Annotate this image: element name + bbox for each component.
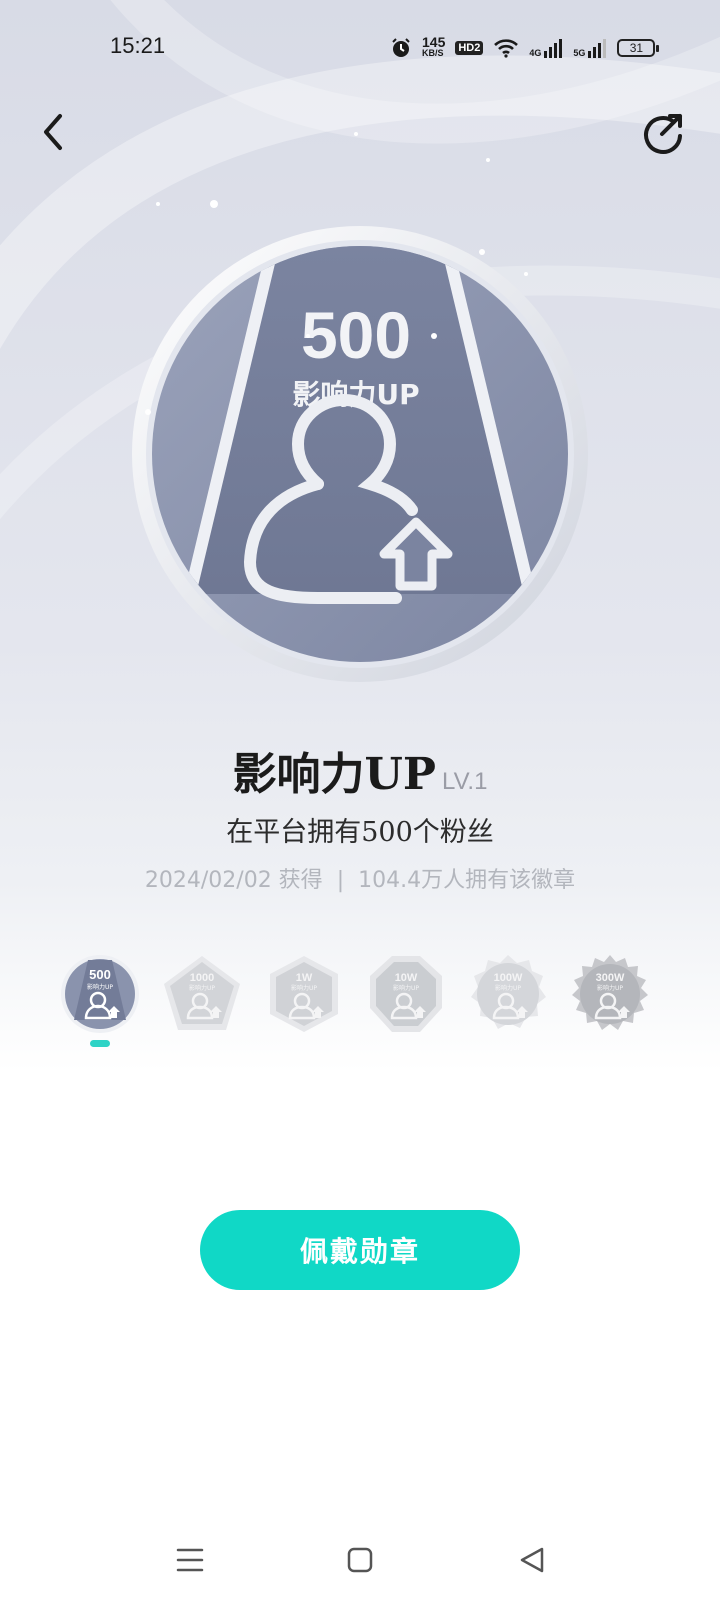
battery-level: 31 [629, 41, 644, 55]
battery-icon: 31 [617, 39, 660, 57]
badge-count: 500 [301, 298, 411, 372]
level-name: 影响力UP [291, 984, 317, 992]
level-item-1w[interactable]: 1W 影响力UP [264, 954, 344, 1034]
hd-badge: HD2 [455, 41, 484, 55]
level-item-500[interactable]: 500 影响力UP [60, 954, 140, 1034]
level-name: 影响力UP [393, 984, 419, 992]
level-name: 影响力UP [495, 984, 521, 992]
badge-title-row: 影响力UP LV.1 [0, 738, 720, 802]
triangle-back-icon [520, 1547, 544, 1573]
level-count: 300W [596, 972, 625, 984]
level-item-10w[interactable]: 10W 影响力UP [366, 954, 446, 1034]
level-count: 1W [296, 972, 313, 984]
net-speed: 145 KB/S [422, 34, 446, 59]
alarm-icon [392, 38, 410, 57]
level-count: 10W [395, 972, 418, 984]
mini-badge-icon: 100W 影响力UP [471, 955, 546, 1029]
status-time: 15:21 [110, 33, 166, 58]
meta-separator: | [336, 868, 345, 893]
level-name: 影响力UP [597, 984, 623, 992]
earned-date: 2024/02/02 获得 [144, 868, 323, 893]
net-speed-unit: KB/S [422, 48, 444, 58]
signal-bars-icon [588, 39, 607, 58]
level-count: 1000 [190, 972, 214, 984]
badge-requirement: 在平台拥有500个粉丝 [226, 817, 494, 848]
mini-badge-icon: 500 影响力UP [61, 955, 139, 1033]
level-count: 100W [494, 972, 523, 984]
level-item-100w[interactable]: 100W 影响力UP [468, 954, 548, 1034]
badge-meta: 2024/02/02 获得 | 104.4万人拥有该徽章 [0, 862, 720, 894]
network-type-1: 4G [529, 48, 542, 58]
status-bar: 15:21 145 KB/S HD2 4G 5G 31 [0, 0, 720, 96]
back-button[interactable] [36, 110, 72, 154]
level-name: 影响力UP [189, 984, 215, 992]
network-type-2: 5G [573, 48, 586, 58]
selected-level-indicator [90, 1040, 110, 1047]
square-icon [347, 1547, 373, 1573]
level-item-300w[interactable]: 300W 影响力UP [570, 954, 650, 1034]
signal-1: 4G [529, 38, 563, 58]
badge-title: 影响力UP [232, 749, 437, 800]
holders-count: 104.4万人拥有该徽章 [358, 868, 576, 893]
level-selector: 500 影响力UP 1000 影响力UP 1W 影响力UP 10W 影响力UP … [58, 954, 664, 1044]
nav-home-button[interactable] [340, 1540, 380, 1580]
share-button[interactable] [640, 110, 686, 156]
badge-level: LV.1 [442, 768, 488, 795]
mini-badge-icon: 1000 影响力UP [164, 956, 240, 1030]
nav-back-button[interactable] [512, 1540, 552, 1580]
mini-badge-icon: 10W 影响力UP [370, 956, 442, 1032]
mini-badge-icon: 1W 影响力UP [270, 956, 338, 1032]
chevron-left-icon [44, 114, 62, 150]
wifi-icon [494, 39, 519, 58]
nav-menu-button[interactable] [170, 1540, 210, 1580]
share-icon [644, 114, 682, 154]
mini-badge-icon: 300W 影响力UP [572, 955, 648, 1030]
level-count: 500 [89, 967, 111, 982]
signal-2: 5G [573, 38, 607, 58]
menu-icon [176, 1548, 204, 1572]
status-icons: 145 KB/S HD2 4G 5G 31 [390, 34, 660, 62]
level-name: 影响力UP [87, 983, 113, 991]
wear-badge-button[interactable]: 佩戴勋章 [200, 1210, 520, 1290]
net-speed-value: 145 [422, 34, 446, 50]
system-nav-bar [0, 1520, 720, 1600]
level-item-1000[interactable]: 1000 影响力UP [162, 954, 242, 1034]
signal-bars-icon [544, 39, 563, 58]
badge-medal: 500 影响力UP [132, 226, 588, 682]
